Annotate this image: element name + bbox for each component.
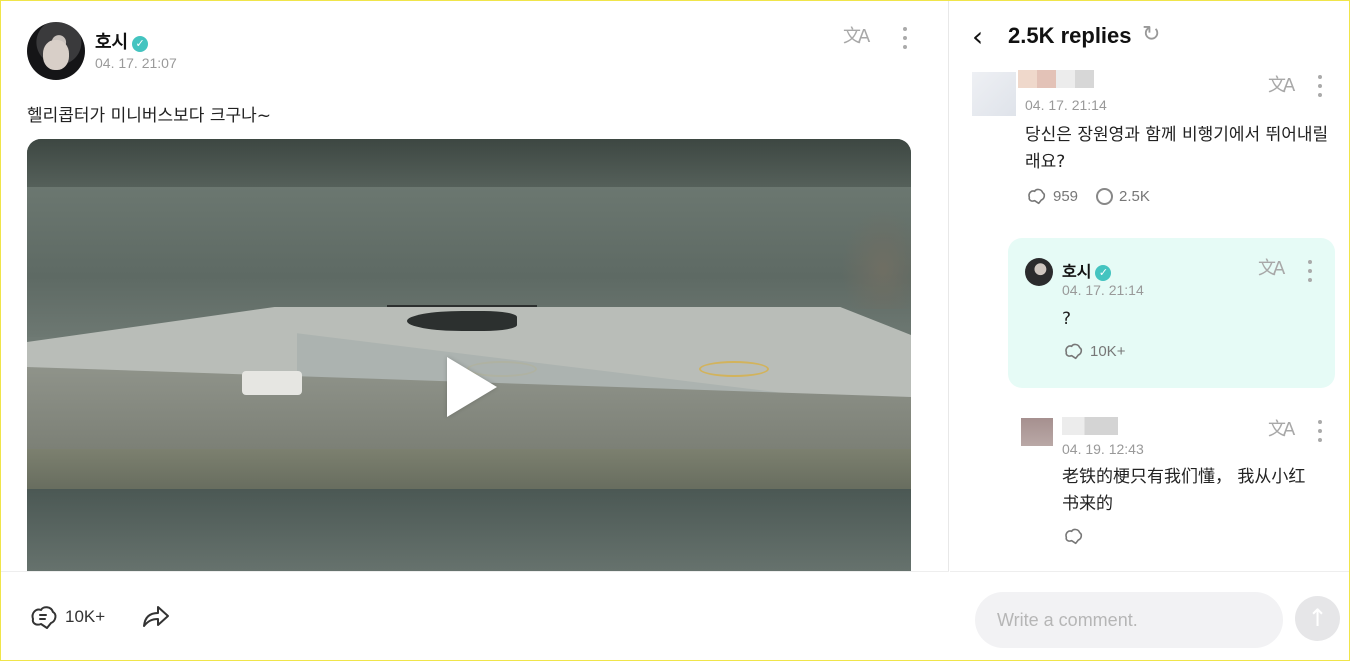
comment-like-count: 959: [1053, 187, 1079, 205]
post-action-bar: 10K+: [0, 571, 949, 661]
highlighted-reply: 호시 ✓ 04. 17. 21:14 文A ? 10K+: [1008, 238, 1335, 388]
like-icon: [31, 606, 57, 629]
helipad-marking: [699, 361, 769, 377]
video-frame-trees: [841, 209, 911, 309]
send-icon[interactable]: ↑: [1295, 596, 1340, 641]
video-player[interactable]: [27, 139, 911, 571]
commenter-avatar[interactable]: [972, 72, 1016, 116]
more-icon[interactable]: [1305, 260, 1315, 287]
post-author[interactable]: 호시 ✓: [95, 28, 149, 54]
more-icon[interactable]: [900, 27, 910, 54]
comment-stats: 959 2.5K: [1025, 186, 1150, 206]
video-frame-far-shore: [27, 139, 911, 187]
post-date: 04. 17. 21:07: [95, 55, 177, 71]
comment-icon[interactable]: [1096, 187, 1114, 205]
reply-author-avatar[interactable]: [1025, 258, 1053, 286]
video-frame-river: [27, 489, 911, 571]
share-button[interactable]: [140, 602, 172, 632]
reply-author-name[interactable]: 호시: [1062, 262, 1091, 281]
video-frame-helicopter: [407, 311, 517, 331]
comment-text: 老铁的梗只有我们懂， 我从小红书来的: [1062, 467, 1306, 514]
like-button[interactable]: 10K+: [27, 602, 105, 632]
commenter-avatar[interactable]: [1021, 418, 1053, 446]
video-frame-minibus: [242, 371, 302, 395]
author-avatar[interactable]: [27, 22, 85, 80]
comment-composer: ↑: [950, 571, 1350, 661]
translate-icon[interactable]: 文A: [1268, 74, 1295, 98]
author-name[interactable]: 호시: [95, 32, 128, 53]
translate-icon[interactable]: 文A: [1258, 257, 1285, 281]
reply-date: 04. 17. 21:14: [1062, 282, 1144, 298]
reply-like-count: 10K+: [1090, 342, 1126, 360]
back-icon[interactable]: ‹: [972, 20, 983, 53]
comment-date: 04. 19. 12:43: [1062, 441, 1144, 457]
comment-input[interactable]: [975, 592, 1283, 648]
comment-date: 04. 17. 21:14: [1025, 97, 1107, 113]
replies-title: 2.5K replies: [1008, 23, 1132, 48]
video-frame-rotor: [387, 305, 537, 307]
commenter-name[interactable]: [1018, 70, 1094, 88]
more-icon[interactable]: [1315, 420, 1325, 447]
play-icon[interactable]: [447, 357, 497, 417]
share-icon: [143, 606, 169, 627]
refresh-icon[interactable]: ↻: [1142, 22, 1160, 47]
like-count: 10K+: [65, 607, 106, 626]
like-icon[interactable]: [1025, 186, 1047, 206]
comment-stats: [1062, 526, 1090, 546]
translate-icon[interactable]: 文A: [843, 25, 870, 49]
reply-author[interactable]: 호시 ✓: [1062, 258, 1112, 282]
more-icon[interactable]: [1315, 75, 1325, 102]
replies-panel: ‹ 2.5K replies ↻ 04. 17. 21:14 文A 당신은 장원…: [950, 0, 1350, 661]
replies-header: ‹ 2.5K replies ↻: [950, 0, 1350, 68]
commenter-name[interactable]: [1062, 417, 1118, 435]
like-icon[interactable]: [1062, 526, 1084, 546]
verified-icon: ✓: [132, 36, 149, 52]
comment-reply-count: 2.5K: [1119, 187, 1150, 205]
verified-icon: ✓: [1095, 265, 1112, 281]
comment-text: 당신은 장원영과 함께 비행기에서 뛰어내릴래요?: [1025, 125, 1329, 172]
translate-icon[interactable]: 文A: [1268, 418, 1295, 442]
reply-text: ?: [1062, 309, 1072, 329]
like-icon[interactable]: [1062, 341, 1084, 361]
post-panel: 호시 ✓ 04. 17. 21:07 文A 헬리콥터가 미니버스보다 크구나~ 1…: [0, 0, 949, 661]
post-text: 헬리콥터가 미니버스보다 크구나~: [27, 106, 272, 126]
reply-stats: 10K+: [1062, 341, 1125, 361]
